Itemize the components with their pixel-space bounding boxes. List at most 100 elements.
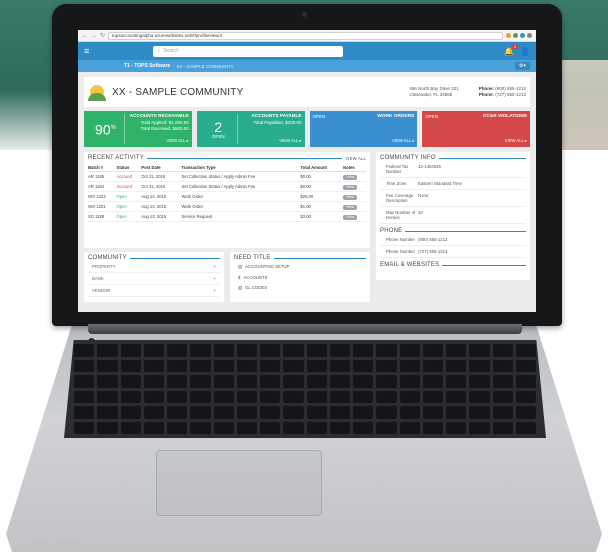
keyboard-key[interactable] [190,390,211,403]
keyboard-key[interactable] [469,406,490,419]
keyboard-key[interactable] [353,359,374,372]
table-row[interactable]: AR 1184 Accrued Oct 31, 2015 Set Collection… [88,181,366,192]
keyboard-key[interactable] [515,421,536,434]
keyboard-key[interactable] [446,421,467,434]
keyboard-key[interactable] [515,359,536,372]
keyboard-key[interactable] [329,406,350,419]
keyboard-key[interactable] [399,390,420,403]
keyboard-key[interactable] [236,375,257,388]
keyboard-key[interactable] [353,344,374,357]
keyboard-key[interactable] [213,375,234,388]
view-notes-button[interactable]: View [343,194,358,200]
keyboard-key[interactable] [353,421,374,434]
keyboard-key[interactable] [190,375,211,388]
keyboard-key[interactable] [167,421,188,434]
forward-arrow-icon[interactable]: → [91,33,97,39]
keyboard-key[interactable] [213,359,234,372]
notifications-bell-icon[interactable]: 🔔 2 [504,43,519,56]
view-notes-button[interactable]: View [343,214,358,220]
keyboard-key[interactable] [74,421,95,434]
keyboard-key[interactable] [422,359,443,372]
keyboard-key[interactable] [236,421,257,434]
view-notes-button[interactable]: View [343,204,358,210]
keyboard-key[interactable] [422,421,443,434]
nav-link-item[interactable]: ▥ GL CODES [234,282,366,293]
violations-view-all-link[interactable]: VIEW ALL ▸ [505,138,527,144]
keyboard-key[interactable] [446,390,467,403]
nav-link-item[interactable]: ▤ ACCOUNTING SETUP [234,261,366,272]
keyboard-key[interactable] [74,344,95,357]
keyboard-key[interactable] [213,390,234,403]
keyboard-key[interactable] [492,375,513,388]
keyboard-key[interactable] [190,406,211,419]
keyboard-key[interactable] [515,406,536,419]
keyboard-key[interactable] [492,359,513,372]
keyboard-key[interactable] [353,390,374,403]
keyboard-key[interactable] [446,406,467,419]
keyboard-key[interactable] [167,359,188,372]
keyboard-key[interactable] [283,421,304,434]
keyboard-key[interactable] [376,344,397,357]
keyboard-key[interactable] [236,344,257,357]
community-list-item[interactable]: PROPERTY + [88,261,220,273]
keyboard-key[interactable] [260,359,281,372]
keyboard-key[interactable] [492,344,513,357]
recent-activity-view-all-link[interactable]: VIEW ALL [345,156,366,161]
keyboard-key[interactable] [97,406,118,419]
keyboard-key[interactable] [120,406,141,419]
accounts-receivable-card[interactable]: 90% ACCOUNTS RECEIVABLE Total Applied: $… [84,111,192,147]
keyboard-key[interactable] [515,375,536,388]
table-row[interactable]: WO 1201 Open Aug 13, 2015 Work Order $1.00 Vi… [88,201,366,212]
keyboard-key[interactable] [143,359,164,372]
keyboard-key[interactable] [399,421,420,434]
back-arrow-icon[interactable]: ← [82,33,88,39]
keyboard-key[interactable] [329,421,350,434]
keyboard-key[interactable] [376,375,397,388]
keyboard-key[interactable] [213,344,234,357]
keyboard-key[interactable] [446,359,467,372]
user-avatar-icon[interactable]: 👤 [520,47,530,56]
keyboard-key[interactable] [353,406,374,419]
keyboard-key[interactable] [492,390,513,403]
breadcrumb[interactable]: XX - SAMPLE COMMUNITY [176,64,233,69]
menu-icon[interactable] [527,33,532,38]
hamburger-menu-icon[interactable]: ≡ [84,46,89,56]
keyboard-key[interactable] [120,375,141,388]
keyboard-key[interactable] [446,375,467,388]
keyboard-key[interactable] [143,421,164,434]
keyboard-key[interactable] [376,390,397,403]
keyboard-key[interactable] [283,406,304,419]
keyboard-key[interactable] [236,406,257,419]
keyboard-key[interactable] [190,344,211,357]
keyboard-key[interactable] [422,344,443,357]
keyboard-key[interactable] [120,421,141,434]
keyboard-key[interactable] [167,390,188,403]
keyboard-key[interactable] [469,344,490,357]
search-input[interactable]: ⌕ Search [153,45,344,57]
violations-card[interactable]: OPEN CC&R VIOLATIONS VIEW ALL ▸ [422,111,530,147]
keyboard-key[interactable] [143,390,164,403]
keyboard-key[interactable] [469,359,490,372]
extension-icon[interactable] [520,33,525,38]
accounts-payable-card[interactable]: 2 OPEN ACCOUNTS PAYABLE Total Payables: $… [196,111,305,147]
keyboard-key[interactable] [74,406,95,419]
keyboard-key[interactable] [399,406,420,419]
add-icon[interactable]: + [213,276,216,281]
table-row[interactable]: SO 1188 Open Aug 13, 2015 Service Request $3… [88,211,366,222]
reload-icon[interactable]: ↻ [100,32,105,39]
keyboard-key[interactable] [283,375,304,388]
keyboard-key[interactable] [376,421,397,434]
keyboard-key[interactable] [97,421,118,434]
address-bar[interactable]: topsaccountingalpha.azurewebsites.net/#/… [108,31,503,40]
keyboard-key[interactable] [492,421,513,434]
keyboard-key[interactable] [213,421,234,434]
keyboard-key[interactable] [422,390,443,403]
keyboard-key[interactable] [306,359,327,372]
keyboard-key[interactable] [74,375,95,388]
keyboard-key[interactable] [143,344,164,357]
keyboard-key[interactable] [213,406,234,419]
keyboard-key[interactable] [97,344,118,357]
keyboard-key[interactable] [143,406,164,419]
keyboard-key[interactable] [515,390,536,403]
keyboard-key[interactable] [143,375,164,388]
